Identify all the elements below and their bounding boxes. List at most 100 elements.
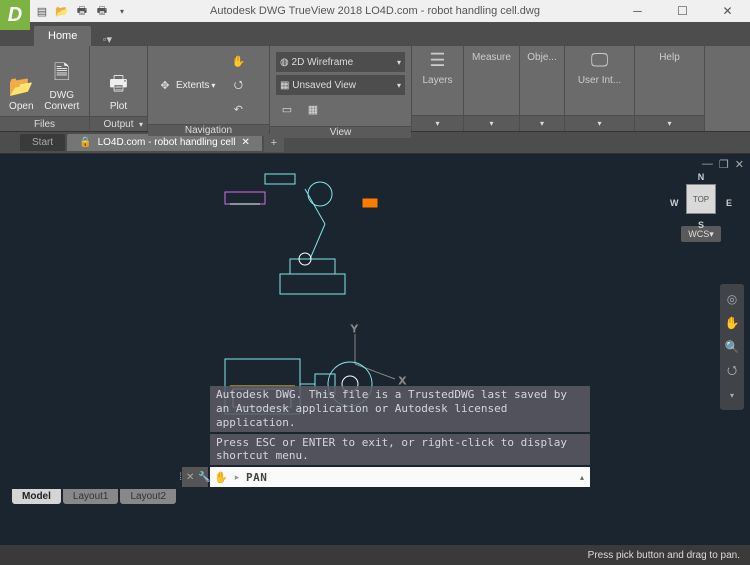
qat-dropdown-icon[interactable]: ▾ <box>114 3 130 19</box>
minimize-button[interactable]: ─ <box>615 0 660 22</box>
status-bar: Press pick button and drag to pan. <box>0 545 750 565</box>
nav-dd-icon[interactable]: ▾ <box>720 383 744 407</box>
back-icon[interactable]: ↶ <box>227 98 249 120</box>
ui-label: User Int... <box>578 75 621 86</box>
extents-button[interactable]: Extents▾ <box>176 80 215 91</box>
new-icon[interactable]: ▤ <box>34 3 50 19</box>
layers-icon[interactable]: ☰ <box>429 50 445 71</box>
layout-tabs: Model Layout1 Layout2 <box>0 489 178 511</box>
command-history-2: Press ESC or ENTER to exit, or right-cli… <box>210 434 590 466</box>
drawing-viewport[interactable]: — ❐ ✕ N W E TOP S WCS ▾ ◎ ✋ 🔍 ⭯ ▾ <box>0 154 750 511</box>
view-name-value: Unsaved View <box>292 80 356 91</box>
print-icon[interactable]: 🖶 <box>94 3 110 19</box>
panel-view: ◍ 2D Wireframe ▾ ▦ Unsaved View ▾ ▭ ▦ Vi… <box>270 46 412 131</box>
command-area: Autodesk DWG. This file is a TrustedDWG … <box>210 386 590 487</box>
nav-pan-icon[interactable]: ✋ <box>720 311 744 335</box>
command-handle[interactable]: ⁞ ✕ 🔧 <box>182 467 208 487</box>
vp-close-icon[interactable]: ✕ <box>735 158 744 171</box>
vp-minimize-icon[interactable]: — <box>702 158 713 171</box>
plot-label: Plot <box>110 101 127 112</box>
status-hint: Press pick button and drag to pan. <box>588 550 740 561</box>
navigation-bar: ◎ ✋ 🔍 ⭯ ▾ <box>720 284 744 410</box>
wrench-icon[interactable]: 🔧 <box>198 472 210 483</box>
open-label: Open <box>9 101 33 112</box>
open-icon[interactable]: 📂 <box>54 3 70 19</box>
panel-navigation-label: Navigation <box>148 124 269 136</box>
visual-style-value: 2D Wireframe <box>292 57 354 68</box>
tab-focus-toggle[interactable]: ◦▾ <box>95 33 119 46</box>
layout-tab-1[interactable]: Layout1 <box>63 489 119 504</box>
panel-obj-dd[interactable]: ▾ <box>520 115 564 131</box>
tab-home[interactable]: Home <box>34 26 91 46</box>
command-input[interactable]: PAN <box>242 471 574 484</box>
plot-icon[interactable]: 🖶 <box>74 3 90 19</box>
panel-measure: Measure ▾ <box>464 46 520 131</box>
plot-button[interactable]: 🖶 Plot <box>96 50 141 112</box>
panel-objects: Obje... ▾ <box>520 46 565 131</box>
ribbon: 📂 Open 🗎 DWG Convert Files 🖶 Plot Output… <box>0 46 750 132</box>
view-name-dropdown[interactable]: ▦ Unsaved View ▾ <box>276 75 405 95</box>
pan-cursor-icon: ✋ <box>210 471 232 484</box>
convert-icon: 🗎 <box>48 63 76 87</box>
panel-output-label[interactable]: Output▾ <box>90 116 147 131</box>
help-label[interactable]: Help <box>659 52 680 63</box>
doc-tab-active-label: LO4D.com - robot handling cell <box>98 137 236 148</box>
prompt-icon: ▸ <box>232 472 242 483</box>
ribbon-tabs: Home ◦▾ <box>0 22 750 46</box>
grip-icon: ⁞ <box>179 472 182 483</box>
panel-help-dd[interactable]: ▾ <box>635 115 704 131</box>
viewcube-w[interactable]: W <box>670 198 679 208</box>
nav-zoom-icon[interactable]: 🔍 <box>720 335 744 359</box>
panel-view-label: View <box>270 126 411 138</box>
command-history-dropdown[interactable]: ▴ <box>574 473 590 482</box>
nav-orbit-icon[interactable]: ⭯ <box>720 359 744 383</box>
close-button[interactable]: ✕ <box>705 0 750 22</box>
orbit-icon[interactable]: ⭯ <box>227 74 249 96</box>
convert-label: DWG Convert <box>44 90 79 112</box>
panel-output: 🖶 Plot Output▾ <box>90 46 148 131</box>
panel-measure-dd[interactable]: ▾ <box>464 115 519 131</box>
viewcube-n[interactable]: N <box>698 172 705 182</box>
title-bar: D ▤ 📂 🖶 🖶 ▾ Autodesk DWG TrueView 2018 L… <box>0 0 750 22</box>
measure-label[interactable]: Measure <box>472 52 511 63</box>
viewcube-face[interactable]: TOP <box>686 184 716 214</box>
doc-tab-start[interactable]: Start <box>20 134 65 151</box>
panel-ui-dd[interactable]: ▾ <box>565 115 634 131</box>
panel-layers-dd[interactable]: ▾ <box>412 115 463 131</box>
svg-text:Y: Y <box>351 324 358 335</box>
zoom-steering-icon[interactable]: ✥ <box>154 74 176 96</box>
command-history-1: Autodesk DWG. This file is a TrustedDWG … <box>210 386 590 431</box>
extents-label: Extents <box>176 80 209 91</box>
dwg-convert-button[interactable]: 🗎 DWG Convert <box>41 50 83 112</box>
steering-wheel-icon[interactable]: ◎ <box>720 287 744 311</box>
visual-style-icon: ◍ <box>280 57 289 68</box>
panel-files: 📂 Open 🗎 DWG Convert Files <box>0 46 90 131</box>
quick-access-toolbar: ▤ 📂 🖶 🖶 ▾ <box>34 3 130 19</box>
panel-files-label: Files <box>0 116 89 131</box>
ui-icon[interactable]: 🖵 <box>591 50 608 71</box>
viewport-window-controls: — ❐ ✕ <box>702 158 744 171</box>
maximize-button[interactable]: ☐ <box>660 0 705 22</box>
visual-style-dropdown[interactable]: ◍ 2D Wireframe ▾ <box>276 52 405 72</box>
layout-tab-2[interactable]: Layout2 <box>120 489 176 504</box>
pan-icon[interactable]: ✋ <box>227 50 249 72</box>
layout-tab-model[interactable]: Model <box>12 489 61 504</box>
doc-tab-active[interactable]: 🔒 LO4D.com - robot handling cell ✕ <box>67 134 262 151</box>
layers-label: Layers <box>422 75 452 86</box>
command-line[interactable]: ✋ ▸ PAN ▴ <box>210 467 590 487</box>
viewcube-s[interactable]: S <box>698 220 704 230</box>
panel-navigation: ✥ Extents▾ ✋ ⭯ ↶ Navigation <box>148 46 270 131</box>
open-button[interactable]: 📂 Open <box>6 50 37 112</box>
viewcube[interactable]: N W E TOP S WCS ▾ <box>672 172 730 242</box>
panel-layers: ☰ Layers ▾ <box>412 46 464 131</box>
close-tab-icon[interactable]: ✕ <box>241 137 249 148</box>
obj-label[interactable]: Obje... <box>527 52 556 63</box>
printer-icon: 🖶 <box>105 74 133 98</box>
view-option1-icon[interactable]: ▭ <box>276 98 298 120</box>
viewcube-e[interactable]: E <box>726 198 732 208</box>
app-logo[interactable]: D <box>0 0 30 30</box>
vp-restore-icon[interactable]: ❐ <box>719 158 729 171</box>
folder-open-icon: 📂 <box>7 74 35 98</box>
close-cmd-icon[interactable]: ✕ <box>186 472 194 483</box>
view-option2-icon[interactable]: ▦ <box>302 98 324 120</box>
